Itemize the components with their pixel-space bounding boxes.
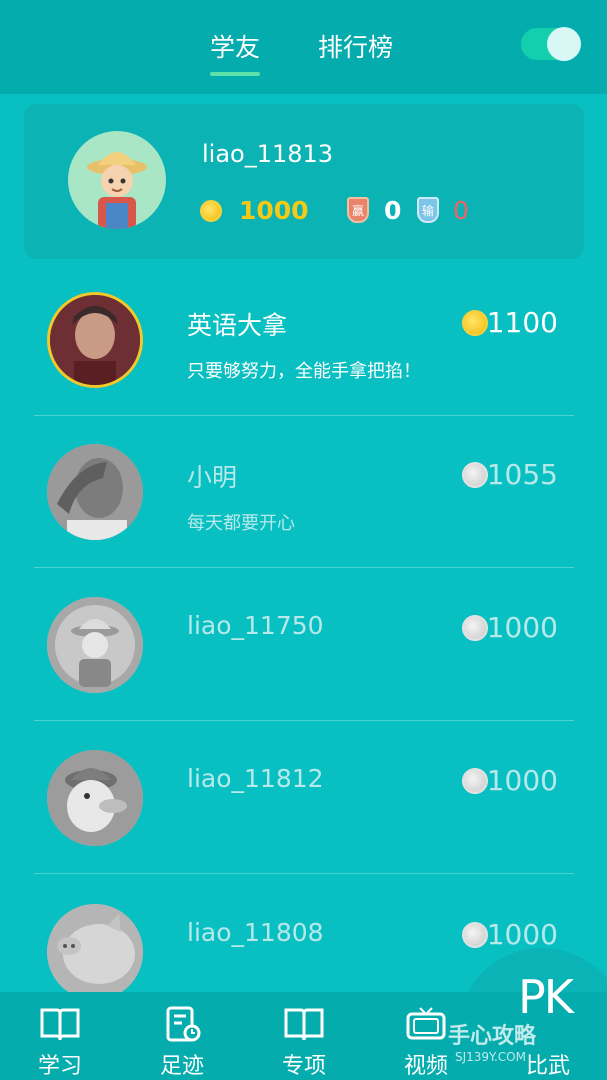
farmer-avatar-icon (87, 152, 147, 229)
silver-coin-icon (462, 615, 488, 641)
pig-avatar-icon (47, 904, 143, 1000)
friend-motto: 只要够努力，全能手拿把掐！ (187, 361, 421, 382)
tab-classmates[interactable]: 学友 (210, 28, 261, 76)
avatar (47, 750, 143, 846)
friend-name: liao_11750 (187, 611, 324, 640)
friend-score: 1000 (486, 611, 558, 644)
lose-count: 0 (453, 196, 469, 225)
mode-toggle[interactable] (521, 27, 581, 61)
gold-coin-icon (200, 200, 222, 222)
gold-coin-icon (462, 310, 488, 336)
my-username: liao_11813 (202, 140, 334, 168)
nav-item-special[interactable]: 专项 (254, 992, 354, 1080)
duck-avatar-icon (47, 750, 143, 846)
silver-coin-icon (462, 462, 488, 488)
friend-name: liao_11812 (187, 764, 324, 793)
book-icon (284, 1008, 324, 1041)
list-item[interactable]: liao_11812 1000 (34, 720, 574, 874)
my-profile-card: liao_11813 1000 赢 0 输 0 (24, 104, 584, 259)
list-item[interactable]: 小明 每天都要开心 1055 (34, 414, 574, 568)
toggle-knob (547, 27, 581, 61)
watermark: 手心攻略 (448, 1024, 537, 1049)
avatar (47, 597, 143, 693)
person-photo-icon (50, 295, 140, 385)
tab-leaderboard[interactable]: 排行榜 (318, 28, 393, 64)
friend-name: 英语大拿 (187, 311, 288, 340)
watermark-url: SJ139Y.COM (455, 1050, 526, 1064)
friend-score: 1100 (486, 306, 558, 339)
book-icon (40, 1008, 80, 1041)
friend-motto: 每天都要开心 (187, 513, 295, 534)
win-count: 0 (384, 196, 402, 225)
person-photo-icon (47, 444, 143, 540)
win-badge-icon: 赢 (347, 197, 369, 223)
my-avatar[interactable] (68, 131, 166, 229)
lose-badge-icon: 输 (417, 197, 439, 223)
list-item[interactable]: 英语大拿 只要够努力，全能手拿把掐！ 1100 (34, 262, 574, 416)
list-item[interactable]: liao_11750 1000 (34, 567, 574, 721)
friend-name: liao_11808 (187, 918, 324, 947)
avatar (47, 444, 143, 540)
friend-score: 1000 (486, 918, 558, 951)
farmer-avatar-icon (47, 597, 143, 693)
silver-coin-icon (462, 768, 488, 794)
tv-icon (406, 1007, 446, 1040)
avatar (47, 904, 143, 1000)
nav-label: 专项 (281, 1054, 326, 1079)
pk-icon[interactable]: PK (518, 970, 574, 1024)
my-coin-count: 1000 (239, 196, 309, 225)
friend-name: 小明 (187, 463, 238, 492)
nav-label: 足迹 (159, 1054, 204, 1079)
history-icon (166, 1006, 201, 1042)
friend-score: 1055 (486, 458, 558, 491)
nav-item-study[interactable]: 学习 (10, 992, 110, 1080)
friend-score: 1000 (486, 764, 558, 797)
nav-item-footprint[interactable]: 足迹 (132, 992, 232, 1080)
silver-coin-icon (462, 922, 488, 948)
top-bar: 学友 排行榜 (0, 0, 607, 94)
avatar (47, 292, 143, 388)
nav-label: 学习 (37, 1054, 82, 1079)
